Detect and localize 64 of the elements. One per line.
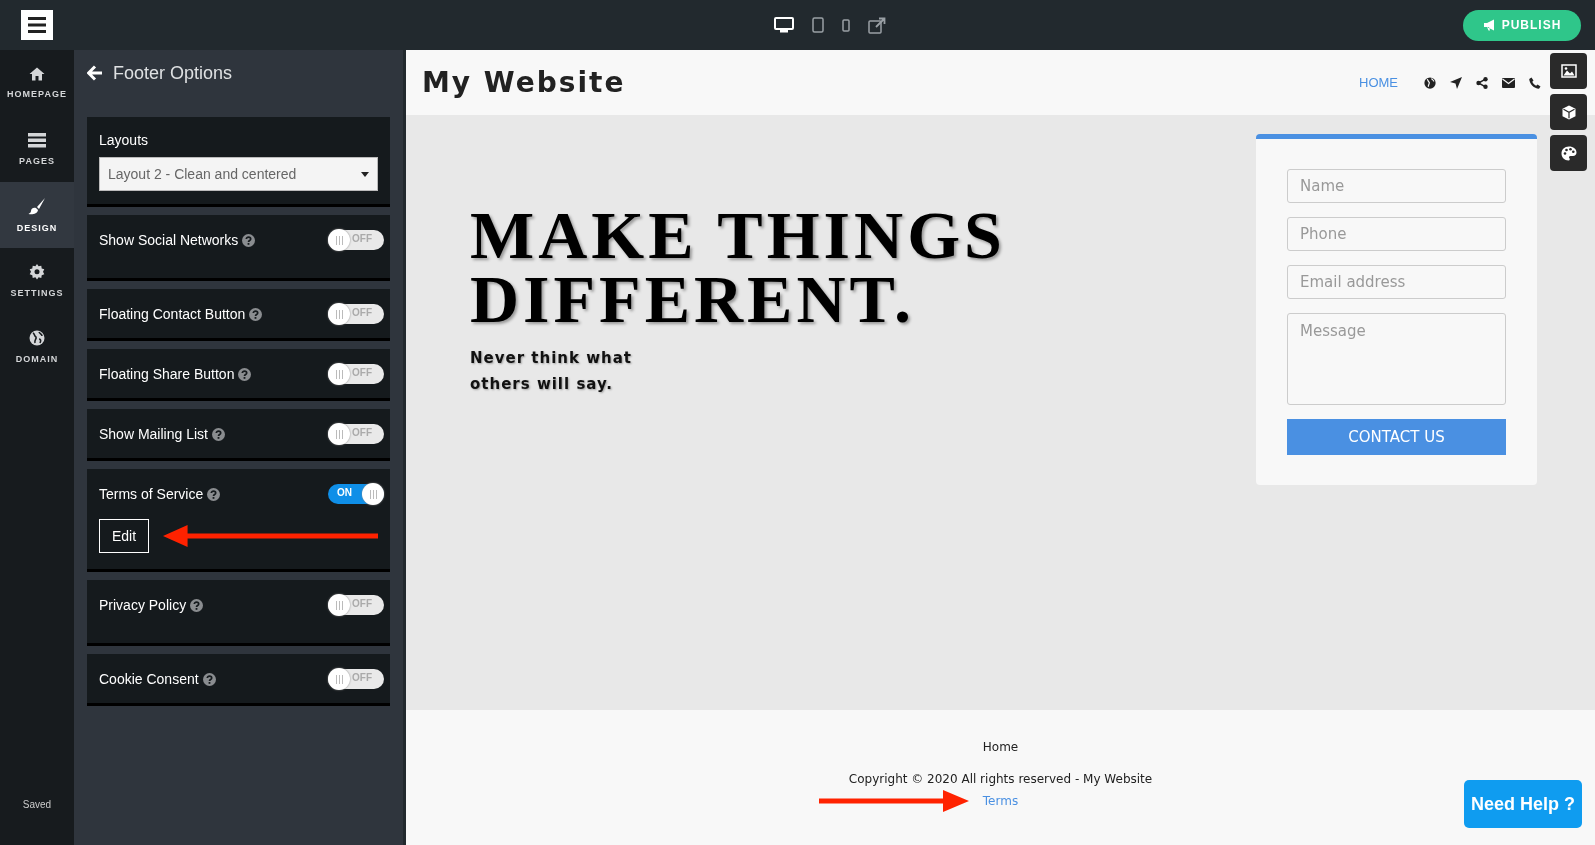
save-status: Saved (21, 799, 53, 810)
stacked-bars-icon (28, 132, 46, 148)
back-arrow-icon[interactable] (87, 65, 103, 81)
toggle-switch[interactable]: OFF (328, 595, 384, 615)
help-icon[interactable] (211, 427, 225, 441)
location-arrow-icon[interactable] (1450, 76, 1462, 89)
help-icon[interactable] (207, 487, 221, 501)
logo-icon[interactable] (21, 10, 53, 40)
phone-icon[interactable] (1529, 76, 1541, 89)
help-button[interactable]: Need Help ? (1464, 780, 1582, 828)
caret-icon (361, 171, 369, 177)
option-label: Floating Share Button (99, 366, 235, 382)
hero-subtitle: Never think what others will say. (470, 348, 633, 395)
toggle-switch[interactable]: OFF (328, 364, 384, 384)
nav-item[interactable]: PAGES (0, 116, 74, 182)
copyright-text: Copyright © 2020 All rights reserved - My Website (848, 772, 1153, 786)
share-icon[interactable] (1476, 76, 1488, 89)
globe-icon (29, 330, 45, 346)
menu-link[interactable]: HOME (1359, 75, 1398, 90)
nav-item[interactable]: SETTINGS (0, 248, 74, 314)
option-label: Show Social Networks (99, 232, 239, 248)
footer-link[interactable]: Home (982, 740, 1019, 754)
help-icon[interactable] (238, 367, 252, 381)
brush-icon (28, 197, 46, 215)
settings-icon (29, 264, 45, 280)
layout-dropdown[interactable]: Layout 2 - Clean and centered (99, 157, 378, 191)
publish-button[interactable]: PUBLISH (1463, 9, 1581, 41)
globe-icon[interactable] (1424, 76, 1436, 89)
input-field[interactable]: Name (1287, 169, 1506, 203)
hero-title: MAKE THINGS DIFFERENT. (470, 203, 1007, 331)
contact-button[interactable]: CONTACT US (1287, 419, 1506, 455)
edit-button[interactable]: Edit (99, 519, 149, 553)
envelope-icon[interactable] (1502, 77, 1515, 88)
tablet-view-icon[interactable] (812, 14, 824, 36)
option-label: Floating Contact Button (99, 306, 246, 322)
toggle-switch[interactable]: OFF (328, 304, 384, 324)
message-field[interactable]: Message (1287, 313, 1506, 405)
option-label: Cookie Consent (99, 671, 199, 687)
image-icon[interactable] (1550, 53, 1587, 89)
help-icon[interactable] (249, 307, 263, 321)
megaphone-icon (1482, 19, 1497, 31)
nav-item[interactable]: HOMEPAGE (0, 50, 74, 116)
toggle-switch[interactable]: OFF (328, 230, 384, 250)
site-title: My Website (422, 66, 626, 99)
help-icon[interactable] (190, 598, 204, 612)
palette-icon[interactable] (1550, 135, 1587, 171)
option-label: Terms of Service (99, 486, 204, 502)
cube-icon[interactable] (1550, 94, 1587, 130)
input-field[interactable]: Email address (1287, 265, 1506, 299)
option-label: Layouts (99, 132, 149, 148)
nav-item[interactable]: DOMAIN (0, 314, 74, 380)
home-icon (29, 67, 45, 81)
terms-link[interactable]: Terms (982, 794, 1019, 808)
help-icon[interactable] (242, 233, 256, 247)
input-field[interactable]: Phone (1287, 217, 1506, 251)
desktop-view-icon[interactable] (774, 14, 794, 36)
option-label: Show Mailing List (99, 426, 208, 442)
toggle-switch[interactable]: OFF (328, 669, 384, 689)
panel-title: Footer Options (113, 62, 233, 84)
nav-item[interactable]: DESIGN (0, 182, 74, 248)
toggle-switch[interactable]: OFF (328, 424, 384, 444)
toggle-switch[interactable]: ON (328, 484, 384, 504)
option-label: Privacy Policy (99, 597, 187, 613)
help-icon[interactable] (202, 672, 216, 686)
